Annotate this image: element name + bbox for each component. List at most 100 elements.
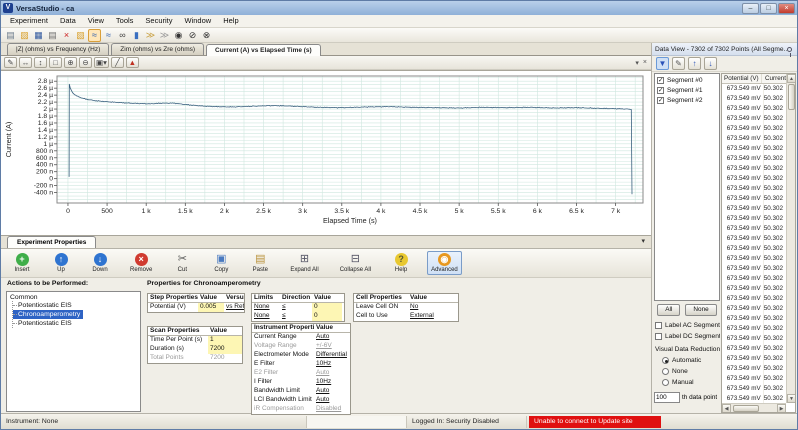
- axis-scale-y-button[interactable]: ↕: [34, 57, 47, 68]
- paste-button[interactable]: ▤Paste: [247, 251, 273, 275]
- close-button[interactable]: ×: [778, 3, 795, 14]
- segment-item[interactable]: ✓Segment #0: [655, 75, 719, 85]
- scroll-right-button[interactable]: ▶: [777, 404, 786, 413]
- table-row[interactable]: 673.549 mV50.302: [722, 334, 786, 344]
- segment-checkbox[interactable]: ✓: [657, 97, 664, 104]
- limits-cell[interactable]: None: [252, 312, 280, 321]
- table-row[interactable]: 673.549 mV50.302: [722, 304, 786, 314]
- table-row[interactable]: 673.549 mV50.302: [722, 194, 786, 204]
- insert-button[interactable]: +Insert: [9, 251, 35, 275]
- limits-cell[interactable]: 0: [312, 303, 342, 312]
- delete-button[interactable]: ×: [60, 29, 73, 42]
- table-row[interactable]: 673.549 mV50.302: [722, 84, 786, 94]
- radio-button[interactable]: [662, 368, 669, 375]
- tree-root-common[interactable]: Common: [7, 292, 140, 301]
- filter-points-button[interactable]: ▼: [656, 57, 669, 70]
- radio-none[interactable]: None: [654, 366, 720, 377]
- tab-z-ohms-vs-frequency-hz[interactable]: |Z| (ohms) vs Frequency (Hz): [7, 43, 109, 55]
- menu-tools[interactable]: Tools: [110, 15, 140, 27]
- table-row[interactable]: 673.549 mV50.302: [722, 94, 786, 104]
- zoom-box-button[interactable]: □: [49, 57, 62, 68]
- move-top-button[interactable]: ↑: [688, 57, 701, 70]
- radio-button[interactable]: [662, 357, 669, 364]
- table-row[interactable]: 673.549 mV50.302: [722, 354, 786, 364]
- pin-icon[interactable]: [787, 47, 792, 52]
- table-row[interactable]: 673.549 mV50.302: [722, 254, 786, 264]
- current-vs-time-plot[interactable]: 05001 k1.5 k2 k2.5 k3 k3.5 k4 k4.5 k5 k5…: [1, 71, 651, 235]
- update-alert[interactable]: Unable to connect to Update site: [529, 416, 661, 428]
- menu-data[interactable]: Data: [54, 15, 82, 27]
- column-potential[interactable]: Potential (V): [722, 74, 762, 83]
- menu-window[interactable]: Window: [179, 15, 218, 27]
- instr-cell[interactable]: 10Hz: [314, 360, 350, 369]
- segment-checkbox[interactable]: ✓: [657, 87, 664, 94]
- scroll-down-button[interactable]: ▼: [787, 394, 796, 403]
- open-file-button[interactable]: ▨: [18, 29, 31, 42]
- run-button[interactable]: ≫: [144, 29, 157, 42]
- limits-cell[interactable]: ≤: [280, 312, 312, 321]
- table-row[interactable]: 673.549 mV50.302: [722, 174, 786, 184]
- instr-cell[interactable]: Differential: [314, 351, 350, 360]
- view-graph-button[interactable]: ≈: [88, 29, 101, 42]
- menu-security[interactable]: Security: [139, 15, 178, 27]
- cell-cell[interactable]: External: [408, 312, 458, 321]
- new-document-button[interactable]: ▤: [4, 29, 17, 42]
- table-row[interactable]: 673.549 mV50.302: [722, 164, 786, 174]
- radio-manual[interactable]: Manual: [654, 377, 720, 388]
- tab-zim-ohms-vs-zre-ohms[interactable]: Zim (ohms) vs Zre (ohms): [111, 43, 204, 55]
- chart-menu-button[interactable]: ▾: [635, 59, 639, 67]
- instr-cell[interactable]: Auto: [314, 333, 350, 342]
- table-row[interactable]: 673.549 mV50.302: [722, 104, 786, 114]
- table-row[interactable]: 673.549 mV50.302: [722, 124, 786, 134]
- tree-item-potentiostatic-eis[interactable]: Potentiostatic EIS: [13, 319, 140, 328]
- peak-marker-button[interactable]: ▲: [126, 57, 139, 68]
- advanced-button[interactable]: ◉Advanced: [427, 251, 462, 275]
- checkbox-box[interactable]: [655, 333, 662, 340]
- table-row[interactable]: 673.549 mV50.302: [722, 114, 786, 124]
- table-row[interactable]: 673.549 mV50.302: [722, 134, 786, 144]
- remove-button[interactable]: ×Remove: [126, 251, 156, 275]
- scan-cell[interactable]: 1: [208, 336, 242, 345]
- vertical-scrollbar[interactable]: ▲ ▼: [786, 74, 795, 403]
- column-current[interactable]: Current: [762, 74, 786, 83]
- scroll-left-button[interactable]: ◀: [722, 404, 731, 413]
- expand-all-button[interactable]: ⊞Expand All: [286, 251, 322, 275]
- scrollbar-thumb[interactable]: [788, 84, 795, 110]
- table-row[interactable]: 673.549 mV50.302: [722, 214, 786, 224]
- select-none-button[interactable]: None: [685, 304, 716, 316]
- instr-cell[interactable]: 10Hz: [314, 378, 350, 387]
- radio-button[interactable]: [662, 379, 669, 386]
- segment-item[interactable]: ✓Segment #2: [655, 95, 719, 105]
- move-bottom-button[interactable]: ↓: [704, 57, 717, 70]
- tab-experiment-properties[interactable]: Experiment Properties: [7, 236, 96, 248]
- tree-item-potentiostatic-eis[interactable]: Potentiostatic EIS: [13, 301, 140, 310]
- collapse-all-button[interactable]: ⊟Collapse All: [336, 251, 375, 275]
- table-row[interactable]: 673.549 mV50.302: [722, 284, 786, 294]
- edit-graph-button[interactable]: ✎: [4, 57, 17, 68]
- table-row[interactable]: 673.549 mV50.302: [722, 224, 786, 234]
- table-row[interactable]: 673.549 mV50.302: [722, 234, 786, 244]
- limits-cell[interactable]: 0: [312, 312, 342, 321]
- table-row[interactable]: 673.549 mV50.302: [722, 264, 786, 274]
- panel-collapse-button[interactable]: ▾: [641, 236, 645, 248]
- zoom-out-button[interactable]: ⊖: [79, 57, 92, 68]
- table-row[interactable]: 673.549 mV50.302: [722, 324, 786, 334]
- table-row[interactable]: 673.549 mV50.302: [722, 364, 786, 374]
- title-bar[interactable]: V VersaStudio - ca –□×: [1, 1, 797, 15]
- step-cell[interactable]: vs Ref: [224, 303, 244, 312]
- move-down-button[interactable]: ↓Down: [87, 251, 113, 275]
- menu-help[interactable]: Help: [217, 15, 244, 27]
- rerun-button[interactable]: ≫: [158, 29, 171, 42]
- table-row[interactable]: 673.549 mV50.302: [722, 204, 786, 214]
- checkbox-label-ac-segments[interactable]: Label AC Segments: [654, 320, 720, 331]
- radio-automatic[interactable]: Automatic: [654, 355, 720, 366]
- table-row[interactable]: 673.549 mV50.302: [722, 154, 786, 164]
- minimize-button[interactable]: –: [742, 3, 759, 14]
- checkbox-box[interactable]: [655, 322, 662, 329]
- export-graph-button[interactable]: ≈: [102, 29, 115, 42]
- find-button[interactable]: ∞: [116, 29, 129, 42]
- save-file-button[interactable]: ▦: [32, 29, 45, 42]
- table-row[interactable]: 673.549 mV50.302: [722, 314, 786, 324]
- segment-checkbox[interactable]: ✓: [657, 77, 664, 84]
- select-all-button[interactable]: All: [657, 304, 680, 316]
